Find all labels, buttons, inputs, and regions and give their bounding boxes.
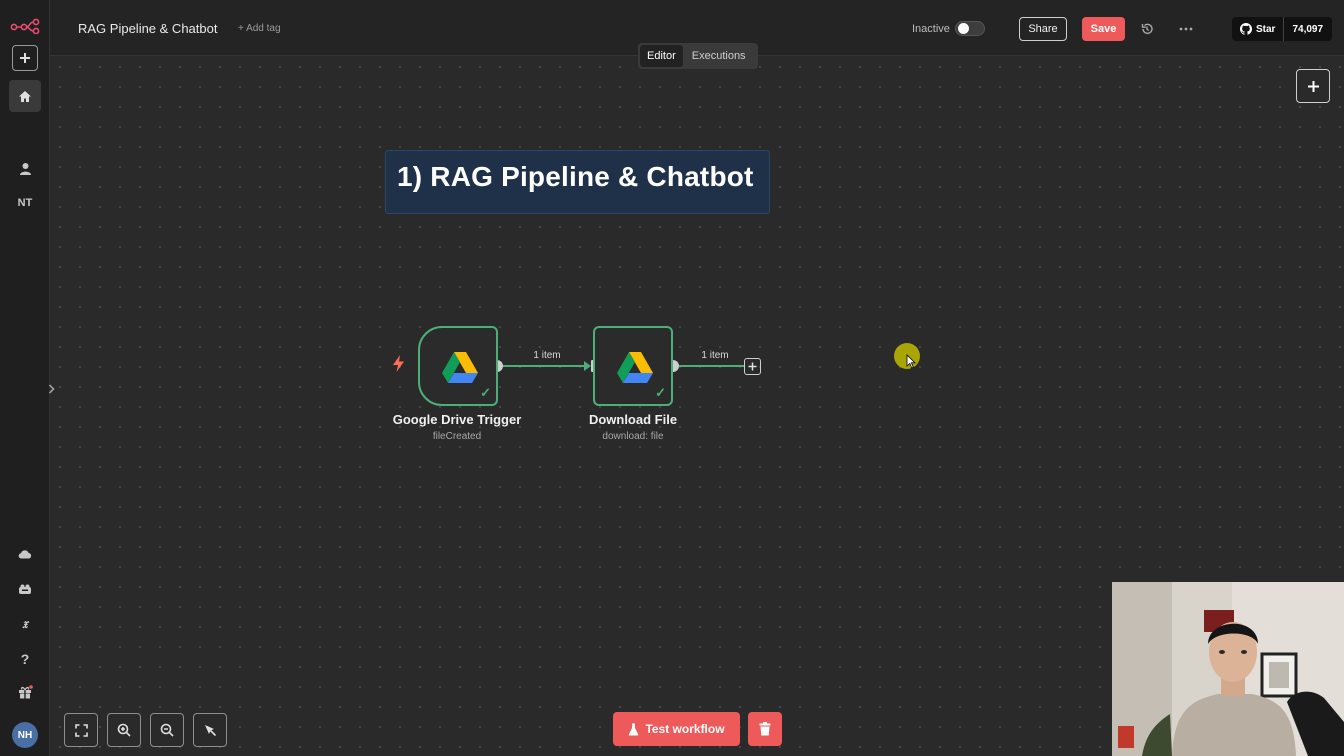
tidy-up-button[interactable] (193, 713, 227, 747)
trigger-bolt-icon (393, 355, 404, 377)
mouse-cursor-icon (906, 354, 916, 369)
node-download-file[interactable]: ✓ (593, 326, 673, 406)
node-google-drive-trigger[interactable]: ✓ (418, 326, 498, 406)
success-check-icon: ✓ (480, 385, 491, 400)
zoom-in-icon (117, 723, 131, 737)
tidy-wand-icon (205, 725, 217, 737)
node-title: Download File (588, 412, 678, 427)
node-subtitle: fileCreated (432, 431, 482, 442)
test-workflow-label: Test workflow (645, 722, 725, 736)
google-drive-icon (617, 352, 653, 383)
fullscreen-icon (74, 723, 88, 737)
google-drive-icon (442, 352, 478, 383)
clear-execution-button[interactable] (748, 712, 782, 746)
flask-icon (629, 723, 639, 735)
connection-arrow (584, 361, 591, 371)
node-title: Google Drive Trigger (392, 412, 522, 427)
zoom-in-button[interactable] (107, 713, 141, 747)
zoom-out-button[interactable] (150, 713, 184, 747)
connection-label: 1 item (701, 350, 729, 361)
connection-label: 1 item (533, 350, 561, 361)
zoom-out-icon (160, 723, 174, 737)
test-workflow-button[interactable]: Test workflow (613, 712, 740, 746)
plus-icon (748, 362, 757, 371)
success-check-icon: ✓ (655, 385, 666, 400)
webcam-overlay (1112, 582, 1344, 756)
presenter-video (1112, 582, 1344, 756)
add-next-node-button[interactable] (744, 358, 761, 375)
fit-view-button[interactable] (64, 713, 98, 747)
trash-icon (759, 722, 771, 736)
app-root: NT 𝔵 ? NH RAG Pipeline & Chatbot + Add t… (0, 0, 1344, 756)
node-subtitle: download: file (602, 431, 664, 442)
